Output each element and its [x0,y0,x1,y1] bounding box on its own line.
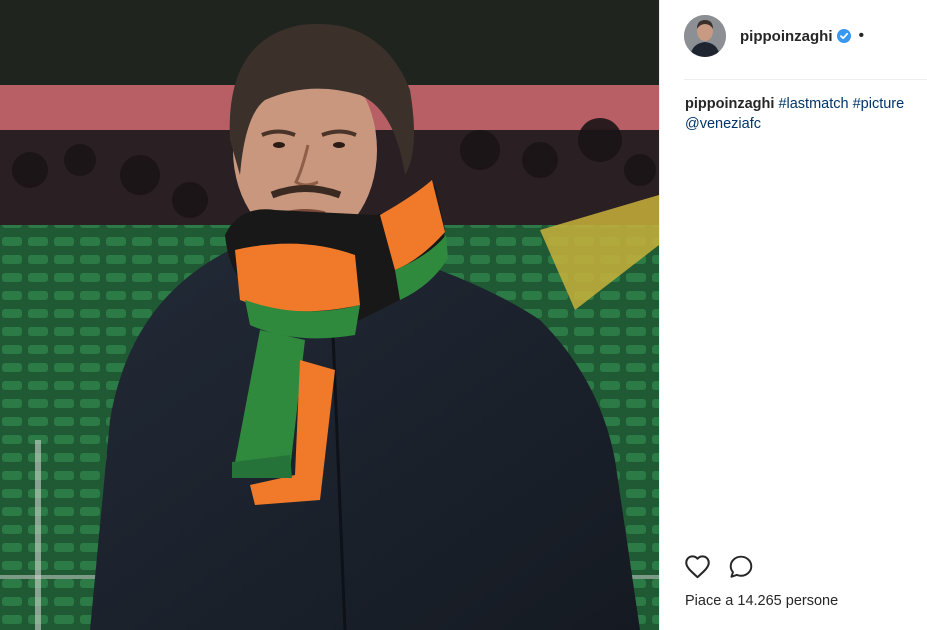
hashtag-link[interactable]: #picture [853,96,905,112]
comment-bubble-icon[interactable] [728,554,754,580]
post-photo-illustration [0,0,659,630]
post-photo[interactable] [0,0,659,630]
header-divider [684,79,927,80]
hashtag-link[interactable]: #lastmatch [778,96,848,112]
post-caption: pippoinzaghi #lastmatch #picture @venezi… [685,94,920,134]
post-actions [684,554,754,580]
avatar-image [684,15,726,57]
verified-badge-icon [837,29,852,43]
username-link[interactable]: pippoinzaghi [740,28,832,45]
avatar[interactable] [684,15,726,57]
post-sidebar: pippoinzaghi • pippoinzaghi #lastmatch #… [659,0,927,630]
separator-dot: • [858,27,865,44]
mention-link[interactable]: @veneziafc [685,116,761,132]
caption-username-link[interactable]: pippoinzaghi [685,96,774,112]
heart-icon[interactable] [684,554,711,580]
post-header: pippoinzaghi • [684,14,927,58]
likes-count[interactable]: Piace a 14.265 persone [685,593,838,609]
